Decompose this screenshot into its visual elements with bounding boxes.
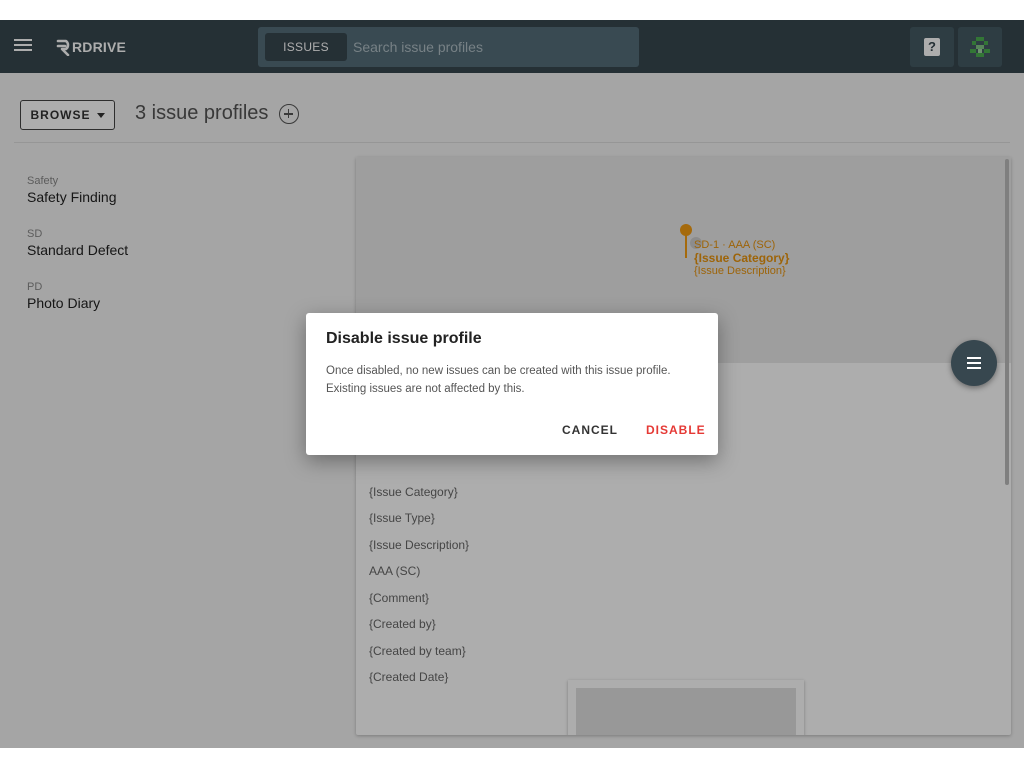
dialog-body: Once disabled, no new issues can be crea…	[326, 362, 706, 398]
cancel-button[interactable]: CANCEL	[562, 423, 618, 437]
disable-button[interactable]: DISABLE	[646, 423, 706, 437]
dialog-body-line: Once disabled, no new issues can be crea…	[326, 365, 671, 377]
fab-menu-button[interactable]	[951, 340, 997, 386]
app-frame: RDRIVE ISSUES ? BROWSE 3 issue profiles	[0, 20, 1024, 748]
disable-profile-dialog: Disable issue profile Once disabled, no …	[306, 313, 718, 455]
dialog-body-line: Existing issues are not affected by this…	[326, 383, 525, 395]
dialog-title: Disable issue profile	[326, 330, 482, 347]
